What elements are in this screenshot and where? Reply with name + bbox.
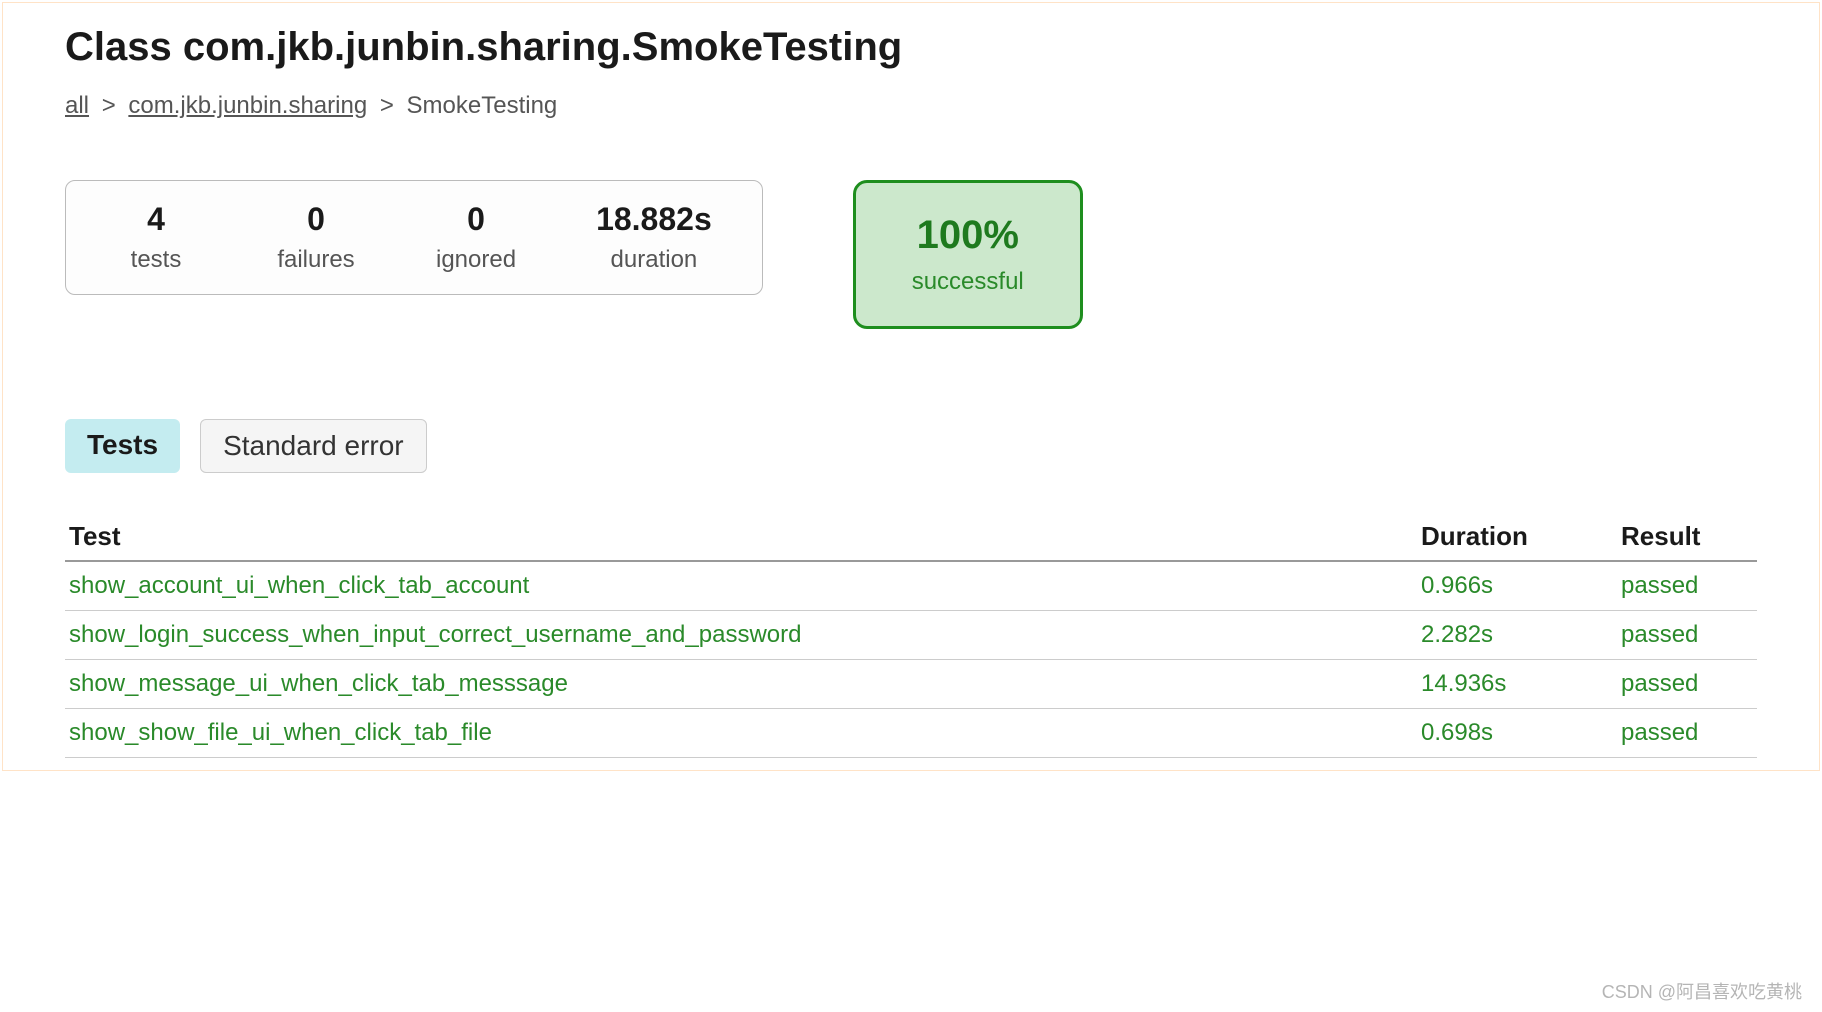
- test-name-link[interactable]: show_account_ui_when_click_tab_account: [69, 572, 529, 599]
- metric-failures-label: failures: [277, 246, 354, 274]
- test-duration: 2.282s: [1417, 611, 1617, 660]
- breadcrumb-separator: >: [102, 92, 116, 119]
- test-result: passed: [1617, 611, 1757, 660]
- metric-tests-value: 4: [147, 201, 165, 238]
- watermark: CSDN @阿昌喜欢吃黄桃: [1602, 978, 1802, 1004]
- table-row: show_message_ui_when_click_tab_messsage 1…: [65, 660, 1757, 709]
- metric-duration-value: 18.882s: [596, 201, 712, 238]
- success-label: successful: [912, 268, 1024, 296]
- metric-failures-value: 0: [307, 201, 325, 238]
- tab-standard-error[interactable]: Standard error: [200, 419, 427, 473]
- success-box: 100% successful: [853, 180, 1083, 329]
- table-header-result: Result: [1617, 513, 1757, 561]
- metrics-box: 4 tests 0 failures 0 ignored 18.882s dur…: [65, 180, 763, 295]
- breadcrumb-current: SmokeTesting: [407, 92, 558, 119]
- table-header-duration: Duration: [1417, 513, 1617, 561]
- test-duration: 0.698s: [1417, 709, 1617, 758]
- tabs: Tests Standard error: [65, 419, 1757, 473]
- table-row: show_show_file_ui_when_click_tab_file 0.6…: [65, 709, 1757, 758]
- test-result: passed: [1617, 709, 1757, 758]
- metric-ignored-label: ignored: [436, 246, 516, 274]
- metric-duration-label: duration: [611, 246, 698, 274]
- breadcrumb-package-link[interactable]: com.jkb.junbin.sharing: [128, 92, 367, 119]
- summary-row: 4 tests 0 failures 0 ignored 18.882s dur…: [65, 180, 1757, 329]
- table-header-test: Test: [65, 513, 1417, 561]
- tab-tests[interactable]: Tests: [65, 419, 180, 473]
- test-result: passed: [1617, 660, 1757, 709]
- test-result: passed: [1617, 561, 1757, 611]
- metric-tests-label: tests: [131, 246, 182, 274]
- breadcrumb-separator: >: [380, 92, 394, 119]
- table-row: show_account_ui_when_click_tab_account 0.…: [65, 561, 1757, 611]
- metric-duration: 18.882s duration: [556, 201, 752, 274]
- success-percentage: 100%: [917, 213, 1019, 258]
- tests-table: Test Duration Result show_account_ui_whe…: [65, 513, 1757, 758]
- metric-ignored: 0 ignored: [396, 201, 556, 274]
- metric-ignored-value: 0: [467, 201, 485, 238]
- test-duration: 14.936s: [1417, 660, 1617, 709]
- test-name-link[interactable]: show_login_success_when_input_correct_us…: [69, 621, 801, 648]
- metric-tests: 4 tests: [76, 201, 236, 274]
- breadcrumb: all > com.jkb.junbin.sharing > SmokeTest…: [65, 92, 1757, 120]
- table-row: show_login_success_when_input_correct_us…: [65, 611, 1757, 660]
- page-title: Class com.jkb.junbin.sharing.SmokeTestin…: [65, 25, 1757, 70]
- test-duration: 0.966s: [1417, 561, 1617, 611]
- metric-failures: 0 failures: [236, 201, 396, 274]
- test-name-link[interactable]: show_show_file_ui_when_click_tab_file: [69, 719, 492, 746]
- test-name-link[interactable]: show_message_ui_when_click_tab_messsage: [69, 670, 568, 697]
- breadcrumb-all-link[interactable]: all: [65, 92, 89, 119]
